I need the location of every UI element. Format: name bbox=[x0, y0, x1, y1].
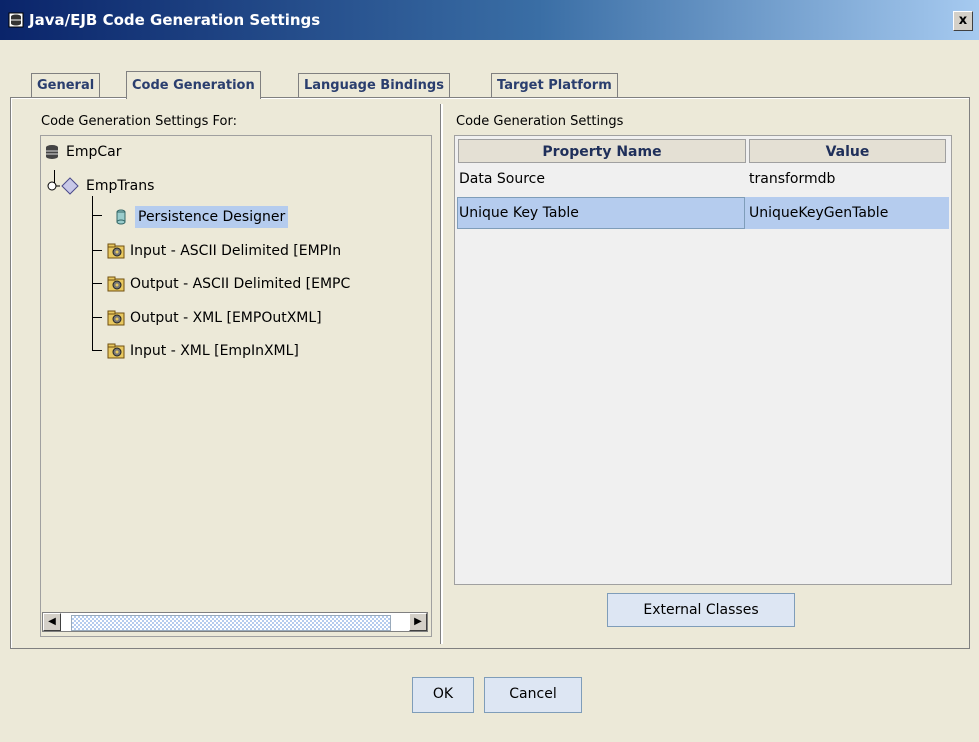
tree-connector bbox=[92, 350, 102, 351]
close-button[interactable]: x bbox=[953, 11, 973, 31]
external-classes-button[interactable]: External Classes bbox=[607, 593, 795, 627]
column-header-value[interactable]: Value bbox=[749, 139, 946, 163]
scrollbar-thumb[interactable] bbox=[71, 615, 391, 631]
table-row-selected[interactable]: Unique Key Table UniqueKeyGenTable bbox=[457, 197, 949, 229]
window-title: Java/EJB Code Generation Settings bbox=[29, 11, 321, 29]
tree-item-label: Persistence Designer bbox=[135, 206, 289, 228]
tree-panel-label: Code Generation Settings For: bbox=[41, 114, 237, 129]
table-cell-value[interactable]: UniqueKeyGenTable bbox=[747, 198, 949, 228]
folder-gear-icon bbox=[107, 276, 125, 292]
tree-item-label: Output - XML [EMPOutXML] bbox=[130, 310, 322, 326]
table-cell-property[interactable]: Unique Key Table bbox=[457, 198, 743, 228]
folder-gear-icon bbox=[107, 343, 125, 359]
panel-splitter[interactable] bbox=[440, 104, 443, 644]
column-header-property-name[interactable]: Property Name bbox=[458, 139, 746, 163]
settings-table[interactable]: Property Name Value Data Source transfor… bbox=[454, 135, 952, 585]
cancel-button[interactable]: Cancel bbox=[484, 677, 582, 713]
tree-item-label: Input - ASCII Delimited [EMPIn bbox=[130, 243, 342, 259]
tree-item-label: Input - XML [EmpInXML] bbox=[130, 343, 299, 359]
tree-connector bbox=[92, 196, 93, 351]
expander-icon[interactable] bbox=[44, 178, 60, 194]
tab-language-bindings[interactable]: Language Bindings bbox=[298, 73, 450, 97]
table-cell-property[interactable]: Data Source bbox=[457, 164, 745, 194]
table-cell-value[interactable]: transformdb bbox=[747, 164, 947, 194]
tab-general[interactable]: General bbox=[31, 73, 101, 97]
diamond-icon bbox=[61, 177, 79, 195]
scroll-right-arrow-icon[interactable]: ▶ bbox=[409, 613, 427, 631]
database-icon bbox=[8, 12, 24, 28]
cylinder-icon bbox=[116, 209, 126, 225]
ok-button[interactable]: OK bbox=[412, 677, 474, 713]
database-icon bbox=[46, 145, 58, 159]
tree-connector bbox=[92, 283, 102, 284]
tree-item-label: EmpTrans bbox=[86, 178, 155, 194]
title-bar[interactable]: Java/EJB Code Generation Settings x bbox=[0, 0, 979, 40]
tab-target-platform[interactable]: Target Platform bbox=[491, 73, 618, 97]
tree-item-label: Output - ASCII Delimited [EMPC bbox=[130, 276, 351, 292]
tree-connector bbox=[92, 250, 102, 251]
folder-gear-icon bbox=[107, 310, 125, 326]
settings-panel-label: Code Generation Settings bbox=[456, 114, 624, 129]
tree-connector bbox=[92, 317, 102, 318]
tree-horizontal-scrollbar[interactable]: ◀ ▶ bbox=[42, 612, 428, 632]
scroll-left-arrow-icon[interactable]: ◀ bbox=[43, 613, 61, 631]
tree-connector bbox=[92, 215, 102, 216]
tree-item-label: EmpCar bbox=[66, 144, 122, 160]
settings-tree[interactable]: EmpCar EmpTrans Persistence Designer Inp… bbox=[40, 135, 432, 637]
folder-gear-icon bbox=[107, 243, 125, 259]
tab-code-generation[interactable]: Code Generation bbox=[126, 71, 261, 99]
